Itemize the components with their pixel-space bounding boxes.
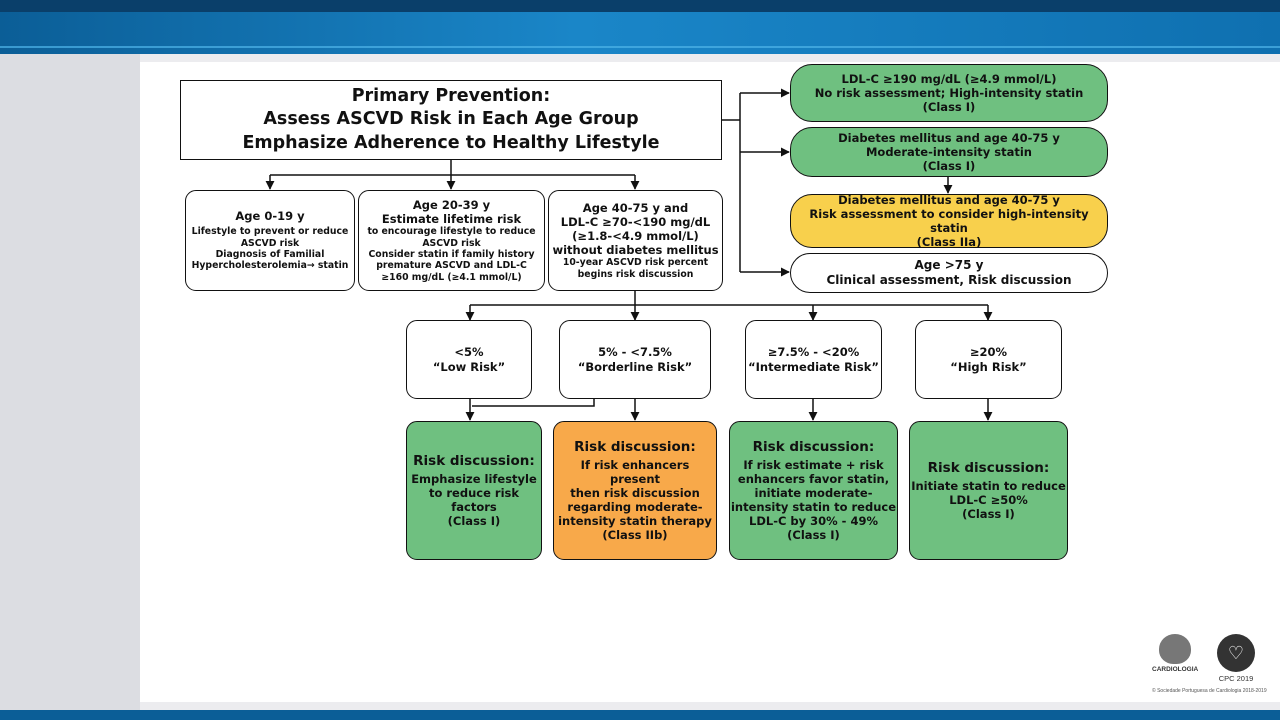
discussion-line: intensity statin therapy xyxy=(558,513,712,528)
discussion-line: If risk enhancers present xyxy=(580,457,690,486)
age-box-line: premature ASCVD and LDL-C xyxy=(376,260,527,272)
age-0-19-box: Age 0-19 y Lifestyle to prevent or reduc… xyxy=(185,190,355,291)
intermediate-risk-discussion-box: Risk discussion: If risk estimate + risk… xyxy=(729,421,898,560)
age-box-line: ASCVD risk xyxy=(422,237,481,249)
discussion-heading: Risk discussion: xyxy=(927,460,1050,477)
age-box-line: begins risk discussion xyxy=(577,268,694,280)
right-box-line: (Class IIa) xyxy=(916,235,982,250)
low-risk-box: <5% “Low Risk” xyxy=(406,320,532,399)
discussion-line: (Class I) xyxy=(962,506,1015,521)
right-box-line: Diabetes mellitus and age 40-75 y xyxy=(838,130,1060,145)
borderline-risk-box: 5% - <7.5% “Borderline Risk” xyxy=(559,320,711,399)
age-box-heading: Age 20-39 y xyxy=(412,198,491,213)
discussion-heading: Risk discussion: xyxy=(752,439,875,456)
discussion-line: If risk estimate + risk xyxy=(743,457,884,472)
right-box-line: (Class I) xyxy=(922,100,976,114)
primary-prevention-title-box: Primary Prevention: Assess ASCVD Risk in… xyxy=(180,80,722,160)
risk-range: ≥7.5% - <20% xyxy=(767,345,860,360)
risk-label: “Borderline Risk” xyxy=(577,359,693,374)
discussion-line: LDL-C by 30% - 49% xyxy=(749,513,878,528)
risk-range: <5% xyxy=(454,345,484,360)
discussion-heading: Risk discussion: xyxy=(574,439,696,456)
heart-logo-icon xyxy=(1159,634,1191,664)
age-box-heading: Age 0-19 y xyxy=(235,209,305,224)
right-box-line: Diabetes mellitus and age 40-75 y xyxy=(838,192,1060,207)
risk-label: “Intermediate Risk” xyxy=(748,359,879,374)
age-box-line: 10-year ASCVD risk percent xyxy=(562,257,709,269)
ldl-190-box: LDL-C ≥190 mg/dL (≥4.9 mmol/L) No risk a… xyxy=(790,64,1108,122)
discussion-line: then risk discussion xyxy=(570,485,700,500)
discussion-line: (Class I) xyxy=(447,513,501,528)
discussion-heading: Risk discussion: xyxy=(413,453,535,470)
title-line: Primary Prevention: xyxy=(351,85,551,106)
high-risk-discussion-box: Risk discussion: Initiate statin to redu… xyxy=(909,421,1068,560)
risk-label: “Low Risk” xyxy=(432,359,506,374)
discussion-line: Initiate statin to reduce xyxy=(911,478,1066,493)
intermediate-risk-box: ≥7.5% - <20% “Intermediate Risk” xyxy=(745,320,882,399)
top-banner xyxy=(0,0,1280,54)
age-box-line: Diagnosis of Familial xyxy=(215,249,325,260)
discussion-line: LDL-C ≥50% xyxy=(949,492,1028,507)
heart-circle-logo-icon: ♡ xyxy=(1217,634,1255,672)
diabetes-risk-assessment-box: Diabetes mellitus and age 40-75 y Risk a… xyxy=(790,192,1108,250)
discussion-line: regarding moderate- xyxy=(567,499,703,514)
age-box-line: Lifestyle to prevent or reduce xyxy=(191,226,349,238)
age-box-heading: (≥1.8-<4.9 mmol/L) xyxy=(572,229,699,244)
title-line: Emphasize Adherence to Healthy Lifestyle xyxy=(242,132,660,153)
discussion-line: factors xyxy=(451,499,497,514)
diabetes-moderate-statin-box: Diabetes mellitus and age 40-75 y Modera… xyxy=(790,127,1108,177)
discussion-line: (Class I) xyxy=(787,527,840,542)
age-40-75-box: Age 40-75 y and LDL-C ≥70-<190 mg/dL (≥1… xyxy=(548,190,723,291)
spc-logo-text: CARDIOLOGIA xyxy=(1152,666,1199,673)
discussion-line: Emphasize lifestyle xyxy=(411,471,537,486)
age-box-heading: Age 40-75 y and xyxy=(582,201,689,216)
age-box-line: ASCVD risk xyxy=(240,237,300,249)
right-box-line: Risk assessment to consider high-intensi… xyxy=(809,206,1089,235)
age-20-39-box: Age 20-39 y Estimate lifetime risk to en… xyxy=(358,190,545,291)
right-box-line: (Class I) xyxy=(922,159,976,173)
age-box-line: ≥160 mg/dL (≥4.1 mmol/L) xyxy=(381,271,522,283)
age-75-box: Age >75 y Clinical assessment, Risk disc… xyxy=(790,253,1108,293)
discussion-line: to reduce risk xyxy=(428,485,520,500)
low-risk-discussion-box: Risk discussion: Emphasize lifestyle to … xyxy=(406,421,542,560)
borderline-risk-discussion-box: Risk discussion: If risk enhancers prese… xyxy=(553,421,717,560)
discussion-line: (Class IIb) xyxy=(602,527,668,542)
discussion-line: enhancers favor statin, xyxy=(737,471,890,486)
right-box-line: Clinical assessment, Risk discussion xyxy=(826,273,1072,287)
discussion-line: initiate moderate- xyxy=(754,485,873,500)
age-box-line: Consider statin if family history xyxy=(368,248,535,260)
copyright-text: © Sociedade Portuguesa de Cardiologia 20… xyxy=(1152,688,1267,694)
left-background xyxy=(0,54,140,710)
high-risk-box: ≥20% “High Risk” xyxy=(915,320,1062,399)
right-box-line: LDL-C ≥190 mg/dL (≥4.9 mmol/L) xyxy=(841,71,1057,86)
cpc-logo-text: CPC 2019 xyxy=(1218,674,1254,683)
age-box-heading: Estimate lifetime risk xyxy=(381,212,522,227)
right-box-line: No risk assessment; High-intensity stati… xyxy=(814,85,1084,100)
top-banner-strip xyxy=(0,0,1280,12)
discussion-line: intensity statin to reduce xyxy=(730,499,897,514)
bottom-banner xyxy=(0,710,1280,720)
risk-range: ≥20% xyxy=(969,345,1008,360)
risk-label: “High Risk” xyxy=(950,359,1027,374)
spc-logo: CARDIOLOGIA xyxy=(1152,634,1198,673)
cpc-logo: ♡ CPC 2019 xyxy=(1214,634,1258,683)
title-line: Assess ASCVD Risk in Each Age Group xyxy=(263,109,639,130)
right-box-line: Moderate-intensity statin xyxy=(865,144,1032,159)
age-box-line: to encourage lifestyle to reduce xyxy=(367,226,536,238)
top-banner-line xyxy=(0,46,1280,48)
age-box-heading: without diabetes mellitus xyxy=(552,243,719,258)
age-box-line: Hypercholesterolemia→ statin xyxy=(191,260,349,272)
risk-range: 5% - <7.5% xyxy=(598,345,672,360)
age-box-heading: LDL-C ≥70-<190 mg/dL xyxy=(560,215,711,230)
right-box-line: Age >75 y xyxy=(914,258,984,273)
